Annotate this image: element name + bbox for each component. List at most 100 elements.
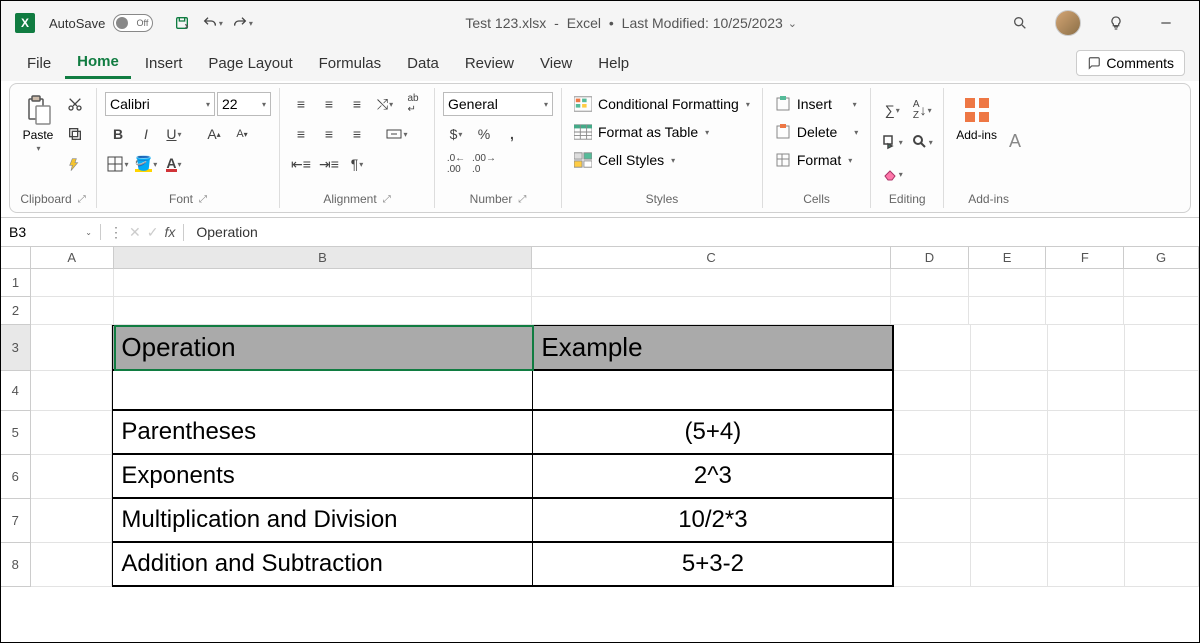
delete-cells-button[interactable]: Delete ▾ [771,122,862,142]
font-launcher[interactable]: ⤢ [199,194,207,205]
lightbulb-icon[interactable] [1101,8,1131,38]
decrease-decimal-button[interactable]: .00→.0 [471,152,497,176]
user-avatar[interactable] [1055,10,1081,36]
align-top-button[interactable]: ≡ [288,92,314,116]
copy-button[interactable] [62,122,88,146]
decrease-font-button[interactable]: A▾ [229,122,255,146]
tab-review[interactable]: Review [453,49,526,78]
underline-button[interactable]: U▾ [161,122,187,146]
row-header-4[interactable]: 4 [1,371,31,411]
col-header-a[interactable]: A [31,247,114,268]
rtl-button[interactable]: ¶▾ [344,152,370,176]
enter-formula-button[interactable]: ✓ [147,224,159,241]
name-box[interactable]: B3⌄ [1,224,101,240]
clear-button[interactable]: ▾ [879,162,905,186]
tab-formulas[interactable]: Formulas [307,49,394,78]
cell-c8[interactable]: 5+3-2 [533,543,893,586]
tab-help[interactable]: Help [586,49,641,78]
wrap-text-button[interactable]: ab↵ [400,92,426,116]
col-header-b[interactable]: B [114,247,533,268]
comma-button[interactable]: , [499,122,525,146]
row-header-3[interactable]: 3 [1,325,31,371]
cell-b3[interactable]: Operation [113,326,533,370]
col-header-f[interactable]: F [1046,247,1124,268]
increase-decimal-button[interactable]: .0←.00 [443,152,469,176]
tab-page-layout[interactable]: Page Layout [196,49,304,78]
autosave-toggle[interactable]: Off [113,14,153,32]
undo-button[interactable]: ▾ [197,8,227,38]
comments-button[interactable]: Comments [1076,50,1185,76]
fx-icon[interactable]: fx [164,224,175,240]
align-bottom-button[interactable]: ≡ [344,92,370,116]
cell-c4[interactable] [533,371,893,410]
cell-c3[interactable]: Example [533,326,893,370]
cell-b7[interactable]: Multiplication and Division [113,499,533,542]
format-as-table-button[interactable]: Format as Table▾ [570,122,713,142]
cancel-formula-button[interactable]: ✕ [129,224,141,241]
cell-styles-button[interactable]: Cell Styles▾ [570,150,679,170]
increase-indent-button[interactable]: ⇥≡ [316,152,342,176]
borders-button[interactable]: ▾ [105,152,131,176]
tab-insert[interactable]: Insert [133,49,195,78]
select-all-corner[interactable] [1,247,31,268]
fill-button[interactable]: ▾ [879,130,905,154]
cell-c7[interactable]: 10/2*3 [533,499,893,542]
format-cells-button[interactable]: Format▾ [771,150,856,170]
fill-color-button[interactable]: 🪣▾ [133,152,159,176]
font-name-combo[interactable]: Calibri▾ [105,92,215,116]
formula-input[interactable]: Operation [184,224,269,240]
addins-more[interactable]: A [1005,131,1025,152]
clipboard-launcher[interactable]: ⤢ [78,194,86,205]
italic-button[interactable]: I [133,122,159,146]
col-header-g[interactable]: G [1124,247,1199,268]
bold-button[interactable]: B [105,122,131,146]
tab-file[interactable]: File [15,49,63,78]
col-header-d[interactable]: D [891,247,969,268]
orientation-button[interactable]: ⤭▾ [372,92,398,116]
insert-cells-button[interactable]: Insert ▾ [771,94,861,114]
merge-button[interactable]: ▾ [384,122,410,146]
row-header-5[interactable]: 5 [1,411,31,455]
align-middle-button[interactable]: ≡ [316,92,342,116]
worksheet-grid[interactable]: A B C D E F G 1 2 3 Operation Example 4 … [1,247,1199,587]
find-select-button[interactable]: ▾ [909,130,935,154]
tab-data[interactable]: Data [395,49,451,78]
cell-c5[interactable]: (5+4) [533,411,893,454]
row-header-6[interactable]: 6 [1,455,31,499]
sort-filter-button[interactable]: AZ↓▾ [909,98,935,122]
alignment-launcher[interactable]: ⤢ [383,194,391,205]
row-header-8[interactable]: 8 [1,543,31,587]
currency-button[interactable]: $▾ [443,122,469,146]
align-left-button[interactable]: ≡ [288,122,314,146]
tab-view[interactable]: View [528,49,584,78]
font-color-button[interactable]: A▾ [161,152,187,176]
row-header-1[interactable]: 1 [1,269,31,297]
cell-b4[interactable] [113,371,533,410]
increase-font-button[interactable]: A▴ [201,122,227,146]
addins-button[interactable]: Add-ins [952,92,1001,144]
number-launcher[interactable]: ⤢ [518,194,526,205]
align-right-button[interactable]: ≡ [344,122,370,146]
options-icon[interactable]: ⋮ [109,224,123,241]
conditional-formatting-button[interactable]: Conditional Formatting▾ [570,94,754,114]
cell-b5[interactable]: Parentheses [113,411,533,454]
paste-button[interactable]: Paste▾ [18,92,58,155]
row-header-7[interactable]: 7 [1,499,31,543]
redo-button[interactable]: ▾ [227,8,257,38]
col-header-c[interactable]: C [532,247,891,268]
cell-c6[interactable]: 2^3 [533,455,893,498]
align-center-button[interactable]: ≡ [316,122,342,146]
cell-b8[interactable]: Addition and Subtraction [113,543,533,586]
percent-button[interactable]: % [471,122,497,146]
decrease-indent-button[interactable]: ⇤≡ [288,152,314,176]
tab-home[interactable]: Home [65,47,131,79]
autosum-button[interactable]: ∑▾ [879,98,905,122]
font-size-combo[interactable]: 22▾ [217,92,271,116]
search-icon[interactable] [1005,8,1035,38]
save-icon[interactable] [167,8,197,38]
cell-b6[interactable]: Exponents [113,455,533,498]
number-format-combo[interactable]: General▾ [443,92,553,116]
col-header-e[interactable]: E [969,247,1047,268]
row-header-2[interactable]: 2 [1,297,31,325]
minimize-button[interactable] [1151,8,1181,38]
